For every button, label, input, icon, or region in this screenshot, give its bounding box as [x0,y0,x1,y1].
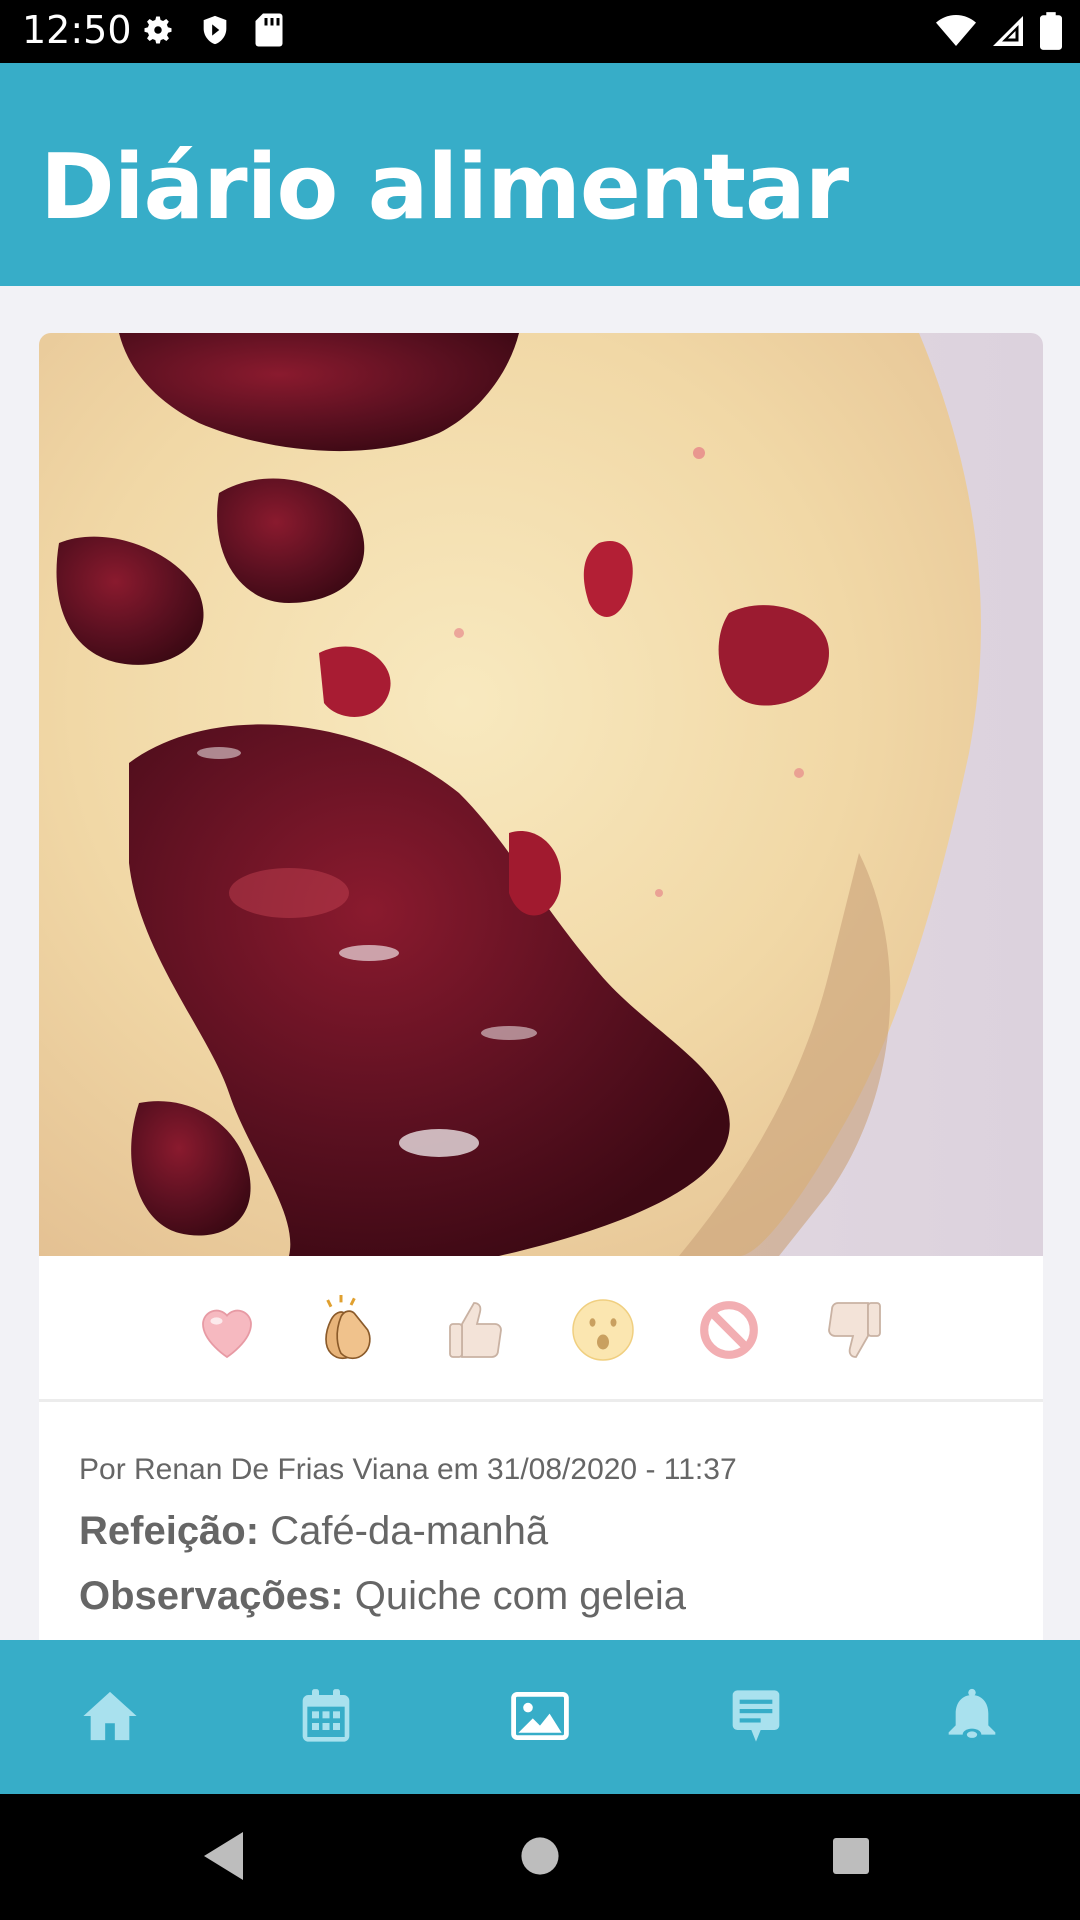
wifi-icon [936,15,976,46]
reaction-thumbs-down[interactable] [813,1290,893,1370]
shield-icon [203,15,227,45]
meal-line: Refeição: Café-da-manhã [79,1509,737,1554]
post-details: Por Renan De Frias Viana em 31/08/2020 -… [79,1453,737,1639]
status-bar: 12:50 [0,0,1080,63]
thumbs-down-icon [828,1302,881,1358]
settings-icon [144,16,172,44]
page-title: Diário alimentar [40,135,849,240]
bell-icon [948,1688,996,1741]
notes-value: Quiche com geleia [354,1574,687,1618]
chat-icon [732,1690,780,1742]
meal-label: Refeição: [79,1509,260,1553]
clapping-hands-icon [325,1295,371,1360]
reaction-heart[interactable] [187,1290,267,1370]
bottom-nav [0,1640,1080,1794]
app-header: Diário alimentar [0,63,1080,286]
notes-line: Observações: Quiche com geleia [79,1574,737,1619]
recents-icon[interactable] [830,1832,872,1880]
sd-card-icon [255,13,283,47]
reactions-bar [39,1256,1043,1402]
signal-icon [993,16,1023,46]
nav-calendar[interactable] [294,1684,358,1748]
calendar-icon [302,1689,350,1742]
nav-home[interactable] [78,1684,142,1748]
status-time: 12:50 [22,8,132,52]
nav-messages[interactable] [724,1684,788,1748]
post-meta: Por Renan De Frias Viana em 31/08/2020 -… [79,1453,737,1486]
back-icon[interactable] [204,1832,246,1880]
prohibited-icon [700,1301,758,1359]
battery-icon [1040,12,1062,50]
reaction-surprised[interactable] [563,1290,643,1370]
reaction-clapping[interactable] [311,1290,391,1370]
thumbs-up-icon [449,1302,502,1358]
heart-icon [202,1309,252,1359]
meal-value: Café-da-manhã [270,1509,549,1553]
surprised-face-icon [572,1299,634,1361]
image-icon [511,1692,569,1740]
nav-notifications[interactable] [940,1684,1004,1748]
food-post-card: Por Renan De Frias Viana em 31/08/2020 -… [39,333,1043,1640]
home-icon [83,1691,137,1741]
nav-gallery[interactable] [508,1684,572,1748]
reaction-thumbs-up[interactable] [437,1290,517,1370]
notes-label: Observações: [79,1574,344,1618]
home-button-icon[interactable] [520,1832,560,1880]
reaction-prohibited[interactable] [689,1290,769,1370]
system-nav-bar [0,1794,1080,1920]
food-photo[interactable] [39,333,1043,1256]
